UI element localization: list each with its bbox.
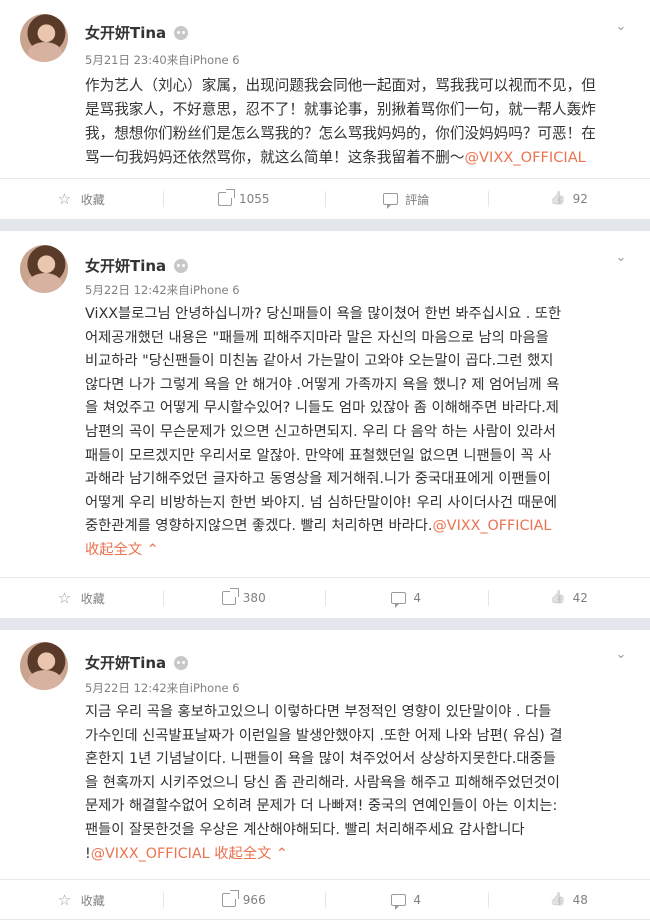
post-meta: 5月22日 12:42来自iPhone 6 <box>85 282 240 298</box>
comment-icon <box>391 592 406 604</box>
share-icon <box>218 192 232 206</box>
share-icon <box>222 591 236 605</box>
verified-icon <box>174 26 188 40</box>
post-card: 女开妍Tina 5月22日 12:42来自iPhone 6 ⌄ ViXX블로그님… <box>0 231 650 618</box>
post-text-line: 을 쳐었주고 어떻게 무시할수있어? 니들도 엄마 있잖아 좀 이해해주면 바라… <box>85 397 625 421</box>
post-text-line: 과해라 남기해주었던 글자하고 동영상을 제거해줘.니가 중국대표에게 이팬들이 <box>85 468 625 492</box>
post-text: 作为艺人（刘心）家属，出现问题我会同他一起面对，骂我我可以视而不见，但 是骂我家… <box>85 74 625 170</box>
post-text-line: 않다면 나가 그렇게 욕을 안 해거야 .어떻게 가족까지 욕을 했니? 제 엄… <box>85 374 625 398</box>
post-text-line: 패들이 모르겠지만 우리서로 알잖아. 만약에 표철했던일 없으면 니팬들이 꼭… <box>85 445 625 469</box>
post-text-line-last: 骂一句我妈妈还依然骂你，就这么简单！这条我留着不删～@VIXX_OFFICIAL <box>85 146 625 170</box>
star-icon <box>58 892 74 908</box>
comment-icon <box>383 193 398 205</box>
favorite-button[interactable]: 收藏 <box>0 578 163 618</box>
post-text-line: 문제가 해결할수없어 오히려 문제가 더 나빠져! 중국의 연예인들이 아는 이… <box>85 795 625 819</box>
comment-count: 4 <box>413 893 421 907</box>
like-count: 48 <box>573 893 588 907</box>
thumbs-up-icon <box>550 590 566 606</box>
post-text-line: 지금 우리 곡을 홍보하고있으니 이렇하다면 부정적인 영향이 있단말이야 . … <box>85 701 625 725</box>
avatar[interactable] <box>20 642 68 690</box>
favorite-button[interactable]: 收藏 <box>0 179 163 219</box>
repost-button[interactable]: 1055 <box>163 179 326 219</box>
chevron-down-icon[interactable]: ⌄ <box>614 251 628 265</box>
author-row: 女开妍Tina <box>85 652 188 673</box>
like-button[interactable]: 42 <box>488 578 650 618</box>
post-text: 지금 우리 곡을 홍보하고있으니 이렇하다면 부정적인 영향이 있단말이야 . … <box>85 701 625 866</box>
post-card: 女开妍Tina 5月22日 12:42来自iPhone 6 ⌄ 지금 우리 곡을… <box>0 630 650 919</box>
like-count: 92 <box>573 192 588 206</box>
action-bar: 收藏 1055 評論 92 <box>0 178 650 219</box>
comment-button[interactable]: 4 <box>325 880 488 920</box>
author-row: 女开妍Tina <box>85 22 188 43</box>
repost-count: 380 <box>243 591 266 605</box>
repost-button[interactable]: 966 <box>163 880 326 920</box>
post-text-line: 팬들이 잘못한것을 우상은 계산해야해되다. 빨리 처리해주세요 감사합니다 <box>85 819 625 843</box>
mention-link[interactable]: @VIXX_OFFICIAL <box>91 846 210 862</box>
collapse-link[interactable]: 收起全文 ⌃ <box>85 539 625 563</box>
favorite-button[interactable]: 收藏 <box>0 880 163 920</box>
post-text-line: 我，想想你们粉丝们是怎么骂我的？怎么骂我妈妈的，你们没妈妈吗？可恶！在 <box>85 122 625 146</box>
post-text-line: 혼한지 1년 기념날이다. 니팬들이 욕을 많이 쳐주었어서 상상하지못한다.대… <box>85 748 625 772</box>
post-text: ViXX블로그님 안녕하십니까? 당신패들이 욕을 많이쳤어 한번 봐주십시요 … <box>85 303 625 563</box>
favorite-label: 收藏 <box>81 191 105 208</box>
avatar[interactable] <box>20 245 68 293</box>
verified-icon <box>174 259 188 273</box>
star-icon <box>58 590 74 606</box>
action-bar: 收藏 966 4 48 <box>0 879 650 920</box>
verified-icon <box>174 656 188 670</box>
like-button[interactable]: 48 <box>488 880 650 920</box>
chevron-down-icon[interactable]: ⌄ <box>614 20 628 34</box>
action-bar: 收藏 380 4 42 <box>0 577 650 618</box>
post-meta: 5月22日 12:42来自iPhone 6 <box>85 680 240 696</box>
post-text-line: 是骂我家人，不好意思，忍不了！就事论事，别揪着骂你们一句，就一帮人轰炸 <box>85 98 625 122</box>
weibo-feed: 女开妍Tina 5月21日 23:40来自iPhone 6 ⌄ 作为艺人（刘心）… <box>0 0 650 919</box>
post-text-line-last: !@VIXX_OFFICIAL 收起全文 ⌃ <box>85 843 625 867</box>
post-text-line: 어제공개했던 내용은 "패들께 피해주지마라 말은 자신의 마음으로 남의 마음… <box>85 327 625 351</box>
author-name[interactable]: 女开妍Tina <box>85 652 166 673</box>
post-text-line: 作为艺人（刘心）家属，出现问题我会同他一起面对，骂我我可以视而不见，但 <box>85 74 625 98</box>
avatar[interactable] <box>20 14 68 62</box>
favorite-label: 收藏 <box>81 892 105 909</box>
comment-label: 評論 <box>405 191 429 208</box>
post-text-line: 가수인데 신곡발표날짜가 이런일을 발생안했야지 .또한 어제 나와 남편( 유… <box>85 725 625 749</box>
like-count: 42 <box>573 591 588 605</box>
comment-icon <box>391 894 406 906</box>
comment-count: 4 <box>413 591 421 605</box>
post-text-tail: 중한관계를 영향하지않으면 좋겠다. 빨리 처리하면 바라다. <box>85 518 433 534</box>
star-icon <box>58 191 74 207</box>
author-name[interactable]: 女开妍Tina <box>85 22 166 43</box>
repost-button[interactable]: 380 <box>163 578 326 618</box>
comment-button[interactable]: 4 <box>325 578 488 618</box>
repost-count: 1055 <box>239 192 270 206</box>
post-text-line: ViXX블로그님 안녕하십니까? 당신패들이 욕을 많이쳤어 한번 봐주십시요 … <box>85 303 625 327</box>
favorite-label: 收藏 <box>81 590 105 607</box>
post-text-line-last: 중한관계를 영향하지않으면 좋겠다. 빨리 처리하면 바라다.@VIXX_OFF… <box>85 515 625 539</box>
collapse-link[interactable]: 收起全文 ⌃ <box>214 846 288 862</box>
share-icon <box>222 893 236 907</box>
thumbs-up-icon <box>550 191 566 207</box>
post-text-line: 어떻게 우리 비방하는지 한번 봐야지. 넘 심하단말이야! 우리 사이더사건 … <box>85 492 625 516</box>
repost-count: 966 <box>243 893 266 907</box>
chevron-down-icon[interactable]: ⌄ <box>614 648 628 662</box>
author-name[interactable]: 女开妍Tina <box>85 255 166 276</box>
post-text-line: 을 현혹까지 시키주었으니 당신 좀 관리해라. 사람욕을 해주고 피해해주었던… <box>85 772 625 796</box>
comment-button[interactable]: 評論 <box>325 179 488 219</box>
post-text-tail: 骂一句我妈妈还依然骂你，就这么简单！这条我留着不删～ <box>85 149 464 166</box>
post-card: 女开妍Tina 5月21日 23:40来自iPhone 6 ⌄ 作为艺人（刘心）… <box>0 0 650 219</box>
post-meta: 5月21日 23:40来自iPhone 6 <box>85 52 240 68</box>
author-row: 女开妍Tina <box>85 255 188 276</box>
thumbs-up-icon <box>550 892 566 908</box>
post-text-line: 남편의 곡이 무슨문제가 있으면 신고하면되지. 우리 다 음악 하는 사람이 … <box>85 421 625 445</box>
mention-link[interactable]: @VIXX_OFFICIAL <box>464 149 585 166</box>
post-text-line: 비교하라 "당신팬들이 미친놈 같아서 가는말이 고와야 오는말이 곱다.그런 … <box>85 350 625 374</box>
mention-link[interactable]: @VIXX_OFFICIAL <box>433 518 552 534</box>
like-button[interactable]: 92 <box>488 179 650 219</box>
